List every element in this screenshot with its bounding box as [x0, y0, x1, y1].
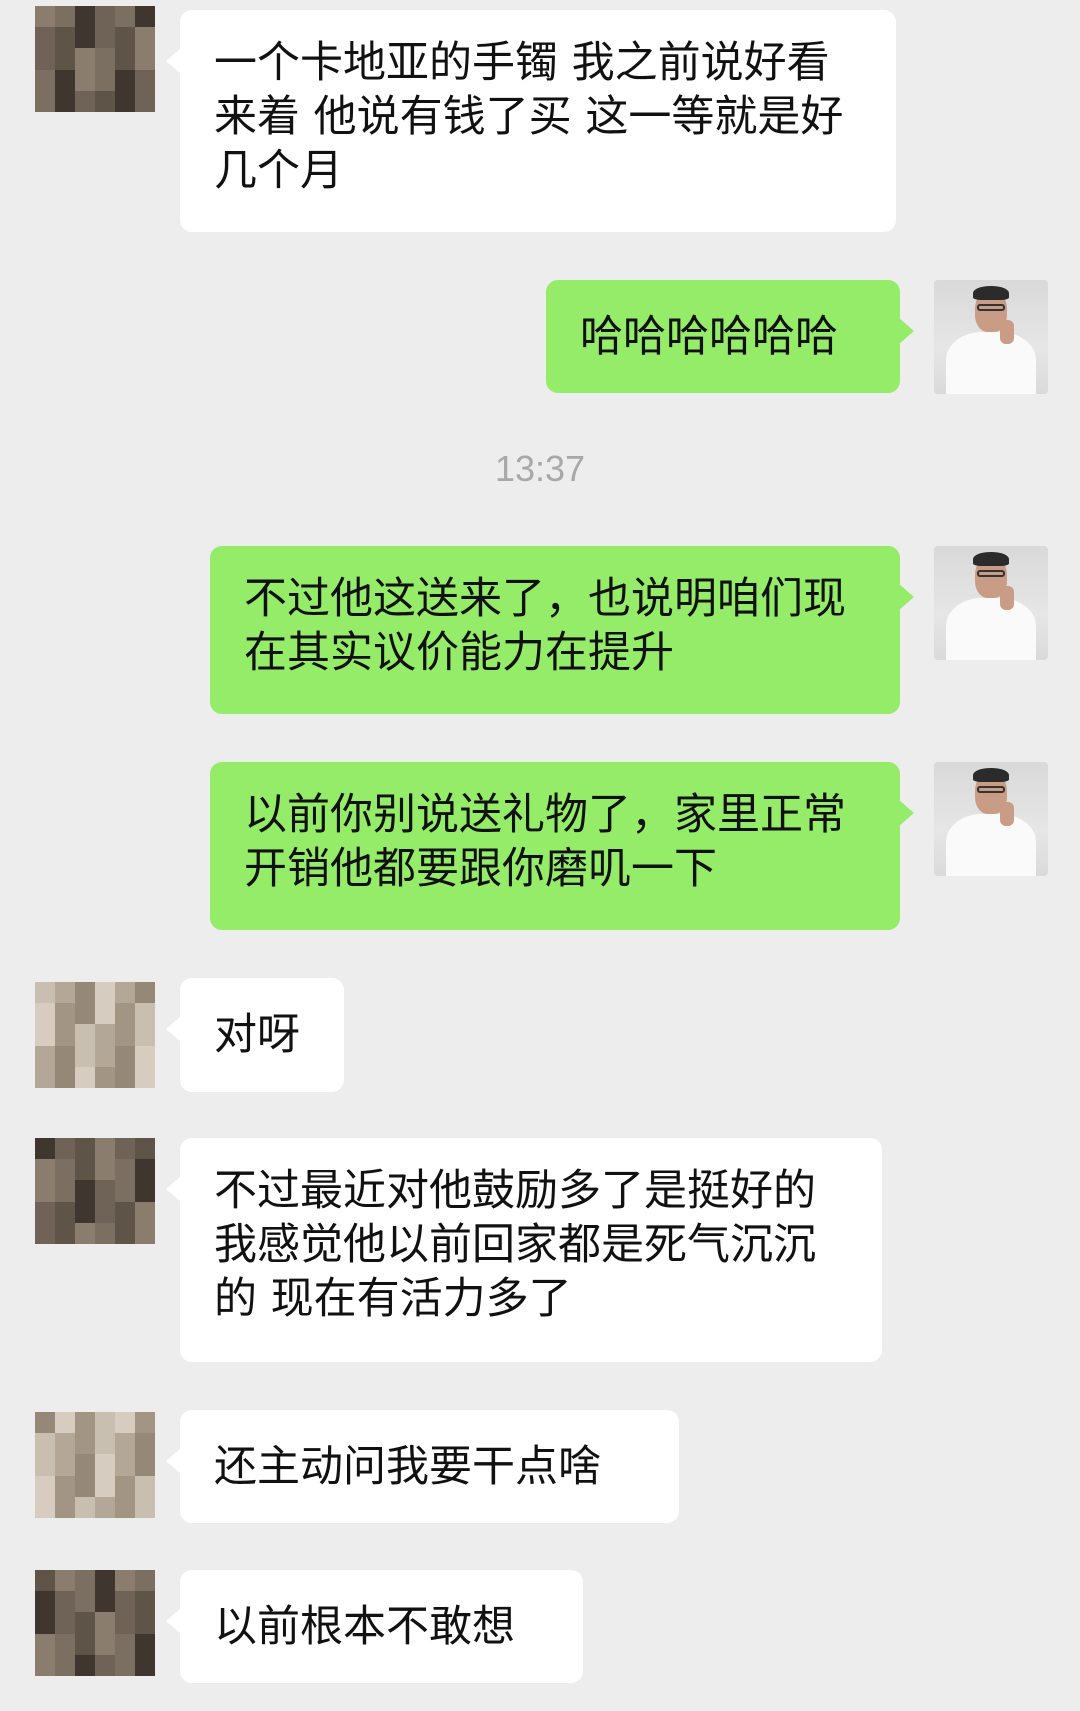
my-avatar[interactable]	[934, 762, 1048, 876]
contact-avatar[interactable]	[35, 1412, 155, 1518]
contact-avatar[interactable]	[35, 1138, 155, 1244]
contact-avatar[interactable]	[35, 6, 155, 112]
contact-avatar[interactable]	[35, 1570, 155, 1676]
contact-avatar[interactable]	[35, 982, 155, 1088]
message-bubble-outgoing[interactable]: 哈哈哈哈哈哈	[546, 280, 914, 393]
message-bubble-incoming[interactable]: 一个卡地亚的手镯 我之前说好看来着 他说有钱了买 这一等就是好几个月	[166, 10, 896, 232]
my-avatar[interactable]	[934, 546, 1048, 660]
message-bubble-incoming[interactable]: 还主动问我要干点啥	[166, 1410, 679, 1523]
message-bubble-incoming[interactable]: 不过最近对他鼓励多了是挺好的 我感觉他以前回家都是死气沉沉的 现在有活力多了	[166, 1138, 882, 1362]
my-avatar[interactable]	[934, 280, 1048, 394]
chat-window: 一个卡地亚的手镯 我之前说好看来着 他说有钱了买 这一等就是好几个月 哈哈哈哈哈…	[0, 0, 1080, 1711]
message-bubble-incoming[interactable]: 对呀	[166, 978, 344, 1092]
message-bubble-outgoing[interactable]: 以前你别说送礼物了，家里正常开销他都要跟你磨叽一下	[210, 762, 914, 930]
message-timestamp: 13:37	[494, 448, 586, 489]
message-bubble-incoming[interactable]: 以前根本不敢想	[166, 1570, 583, 1683]
message-bubble-outgoing[interactable]: 不过他这送来了，也说明咱们现在其实议价能力在提升	[210, 546, 914, 714]
